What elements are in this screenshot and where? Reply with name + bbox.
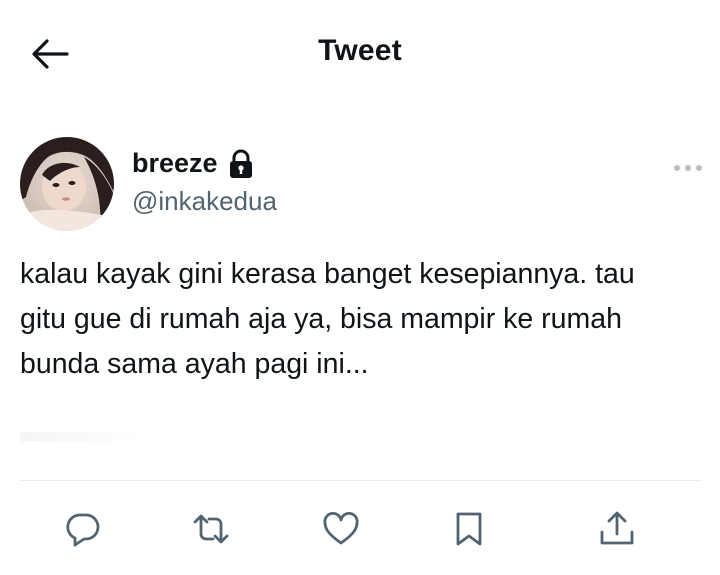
action-bar [0,500,720,560]
avatar[interactable] [20,137,114,231]
heart-icon [323,511,359,545]
author-name: breeze [132,148,218,178]
retweet-button[interactable] [188,506,234,552]
lock-icon [228,149,254,179]
share-button[interactable] [594,506,640,552]
page-title: Tweet [318,34,402,67]
author-name-row[interactable]: breeze [132,148,254,179]
like-button[interactable] [318,506,364,552]
share-icon [600,511,634,545]
author-handle[interactable]: @inkakedua [132,186,277,217]
tweet-line: kalau kayak gini kerasa banget kesepiann… [20,258,635,290]
tweet-text: kalau kayak gini kerasa banget kesepiann… [20,252,710,387]
reply-button[interactable] [60,506,106,552]
tweet-detail-page: Tweet breeze @inkakedua kalau kayak gini… [0,0,720,575]
faded-timestamp [20,432,140,442]
tweet-line: gitu gue di rumah aja ya, bisa mampir ke… [20,303,622,335]
top-bar: Tweet [0,0,720,105]
bookmark-button[interactable] [446,506,492,552]
bookmark-icon [456,512,482,546]
reply-icon [66,513,100,547]
divider [20,480,702,481]
retweet-icon [193,514,229,544]
tweet-line: bunda sama ayah pagi ini... [20,348,369,380]
profile-photo [20,137,114,231]
more-options-button[interactable] [668,156,708,180]
more-icon [674,165,702,171]
